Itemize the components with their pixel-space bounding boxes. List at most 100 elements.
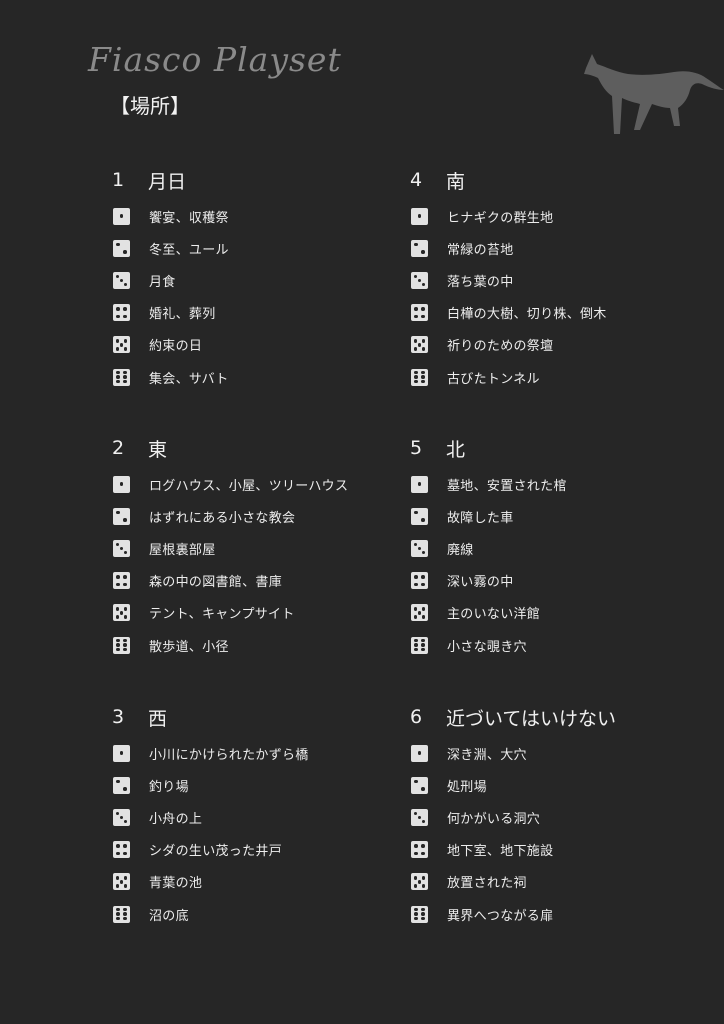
die-pip: [116, 916, 120, 921]
die-pip: [119, 214, 124, 218]
die-pip: [421, 884, 426, 888]
category-number: 4: [410, 169, 423, 191]
list-item-label: 冬至、ユール: [149, 242, 229, 258]
list-item-label: 深き淵、大穴: [447, 747, 527, 763]
die-pip: [115, 274, 120, 279]
list-item-label: 何かがいる洞穴: [447, 811, 541, 827]
die-face-2-icon: [411, 776, 428, 794]
die-pip: [417, 611, 422, 615]
list-item: はずれにある小さな教会: [110, 500, 400, 532]
list-item: シダの生い茂った井戸: [110, 834, 400, 866]
list-item-label: 落ち葉の中: [447, 274, 514, 290]
die-pip: [115, 314, 120, 319]
die-pip: [115, 338, 120, 343]
die-pip: [123, 819, 128, 824]
die-pip: [115, 307, 120, 311]
die-pip: [413, 542, 418, 547]
die-pip: [115, 582, 120, 587]
list-item-label: 小さな覗き穴: [447, 639, 527, 655]
die-face-2-icon: [113, 239, 130, 257]
die-pip: [115, 242, 120, 247]
list-item-label: テント、キャンプサイト: [149, 607, 295, 623]
list-item: 廃線: [408, 532, 698, 564]
list-item-label: 散歩道、小径: [149, 639, 229, 655]
die-pip: [421, 307, 426, 311]
die-pip: [421, 647, 425, 652]
die-pip: [414, 370, 418, 375]
die-pip: [413, 615, 418, 619]
die-pip: [123, 884, 128, 888]
category-title: 北: [446, 438, 466, 461]
die-face-3-icon: [113, 539, 130, 557]
list-item: テント、キャンプサイト: [110, 597, 400, 629]
die-pip: [116, 912, 120, 916]
list-item-label: 小川にかけられたかずら橋: [149, 747, 309, 763]
die-pip: [115, 606, 120, 611]
die-pip: [123, 370, 127, 375]
die-pip: [123, 875, 128, 880]
list-item: 饗宴、収穫祭: [110, 200, 400, 232]
list-item: 深い霧の中: [408, 565, 698, 597]
die-pip: [413, 274, 418, 279]
die-face-1-icon: [113, 744, 130, 762]
die-pip: [413, 347, 418, 351]
die-face-1-icon: [411, 207, 428, 225]
die-pip: [123, 907, 127, 912]
die-pip: [421, 282, 426, 287]
die-pip: [414, 647, 418, 652]
category-heading: 5 北: [408, 428, 698, 468]
list-item-label: 約束の日: [149, 339, 203, 355]
list-item-label: 墓地、安置された棺: [447, 478, 567, 494]
list-item-label: シダの生い茂った井戸: [149, 844, 283, 860]
category-section-2: 2 東 ログハウス、小屋、ツリーハウス はずれにある小さな教会 屋根裏部屋 森の…: [110, 428, 400, 661]
die-face-5-icon: [113, 604, 130, 622]
die-pip: [123, 250, 128, 254]
die-pip: [421, 844, 426, 848]
die-pip: [123, 916, 127, 921]
die-pip: [414, 375, 418, 379]
die-face-5-icon: [411, 604, 428, 622]
die-pip: [421, 347, 426, 351]
die-face-3-icon: [411, 808, 428, 826]
list-item: ヒナギクの群生地: [408, 200, 698, 232]
list-item: ログハウス、小屋、ツリーハウス: [110, 468, 400, 500]
category-title: 東: [148, 438, 168, 461]
die-face-6-icon: [411, 636, 428, 654]
die-pip: [413, 606, 418, 611]
list-item-label: 屋根裏部屋: [149, 542, 216, 558]
cat-silhouette-icon: [584, 54, 724, 134]
list-item: 故障した車: [408, 500, 698, 532]
die-pip: [417, 815, 422, 820]
list-item-label: 祈りのための祭壇: [447, 339, 554, 355]
die-pip: [421, 375, 425, 379]
list-item-label: 釣り場: [149, 779, 189, 795]
die-face-3-icon: [411, 539, 428, 557]
die-pip: [421, 912, 425, 916]
die-pip: [116, 647, 120, 652]
list-item: 祈りのための祭壇: [408, 329, 698, 361]
die-face-5-icon: [113, 873, 130, 891]
list-item-label: 主のいない洋館: [447, 607, 541, 623]
die-face-4-icon: [113, 572, 130, 590]
category-section-4: 4 南 ヒナギクの群生地 常緑の苔地 落ち葉の中 白樺の大樹、切り株、倒木 祈り…: [408, 160, 698, 393]
die-pip: [413, 314, 418, 319]
die-pip: [115, 510, 120, 515]
die-pip: [413, 851, 418, 856]
die-pip: [414, 643, 418, 647]
die-pip: [413, 779, 418, 784]
die-pip: [123, 307, 128, 311]
die-pip: [414, 379, 418, 384]
die-face-1-icon: [113, 475, 130, 493]
die-pip: [115, 811, 120, 816]
die-pip: [119, 751, 124, 755]
die-pip: [413, 875, 418, 880]
category-section-3: 3 西 小川にかけられたかずら橋 釣り場 小舟の上 シダの生い茂った井戸 青葉の…: [110, 697, 400, 930]
die-pip: [123, 638, 127, 643]
die-pip: [417, 880, 422, 884]
die-pip: [421, 582, 426, 587]
category-number: 2: [112, 437, 125, 459]
die-pip: [421, 314, 426, 319]
die-pip: [115, 575, 120, 579]
die-pip: [421, 787, 426, 791]
die-pip: [119, 880, 124, 884]
